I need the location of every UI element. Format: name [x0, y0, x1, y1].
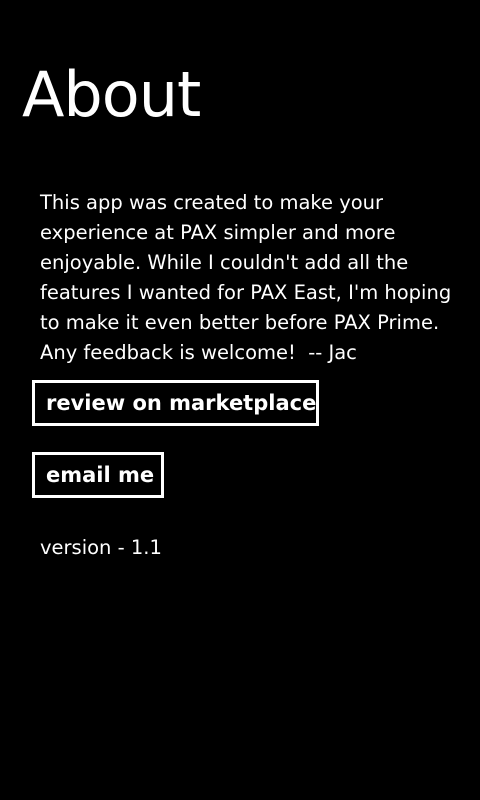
- about-description-line: to make it even better before PAX Prime.: [40, 311, 440, 334]
- page-title: About: [22, 58, 201, 131]
- email-me-button[interactable]: email me: [32, 452, 164, 498]
- about-description-line: Any feedback is welcome! -- Jac: [40, 341, 357, 364]
- about-description-line: features I wanted for PAX East, I'm hopi…: [40, 281, 452, 304]
- about-description-line: experience at PAX simpler and more: [40, 221, 396, 244]
- about-description: This app was created to make your experi…: [40, 188, 470, 368]
- review-on-marketplace-button[interactable]: review on marketplace: [32, 380, 319, 426]
- version-label: version - 1.1: [40, 536, 162, 559]
- about-description-line: enjoyable. While I couldn't add all the: [40, 251, 409, 274]
- about-description-line: This app was created to make your: [40, 191, 384, 214]
